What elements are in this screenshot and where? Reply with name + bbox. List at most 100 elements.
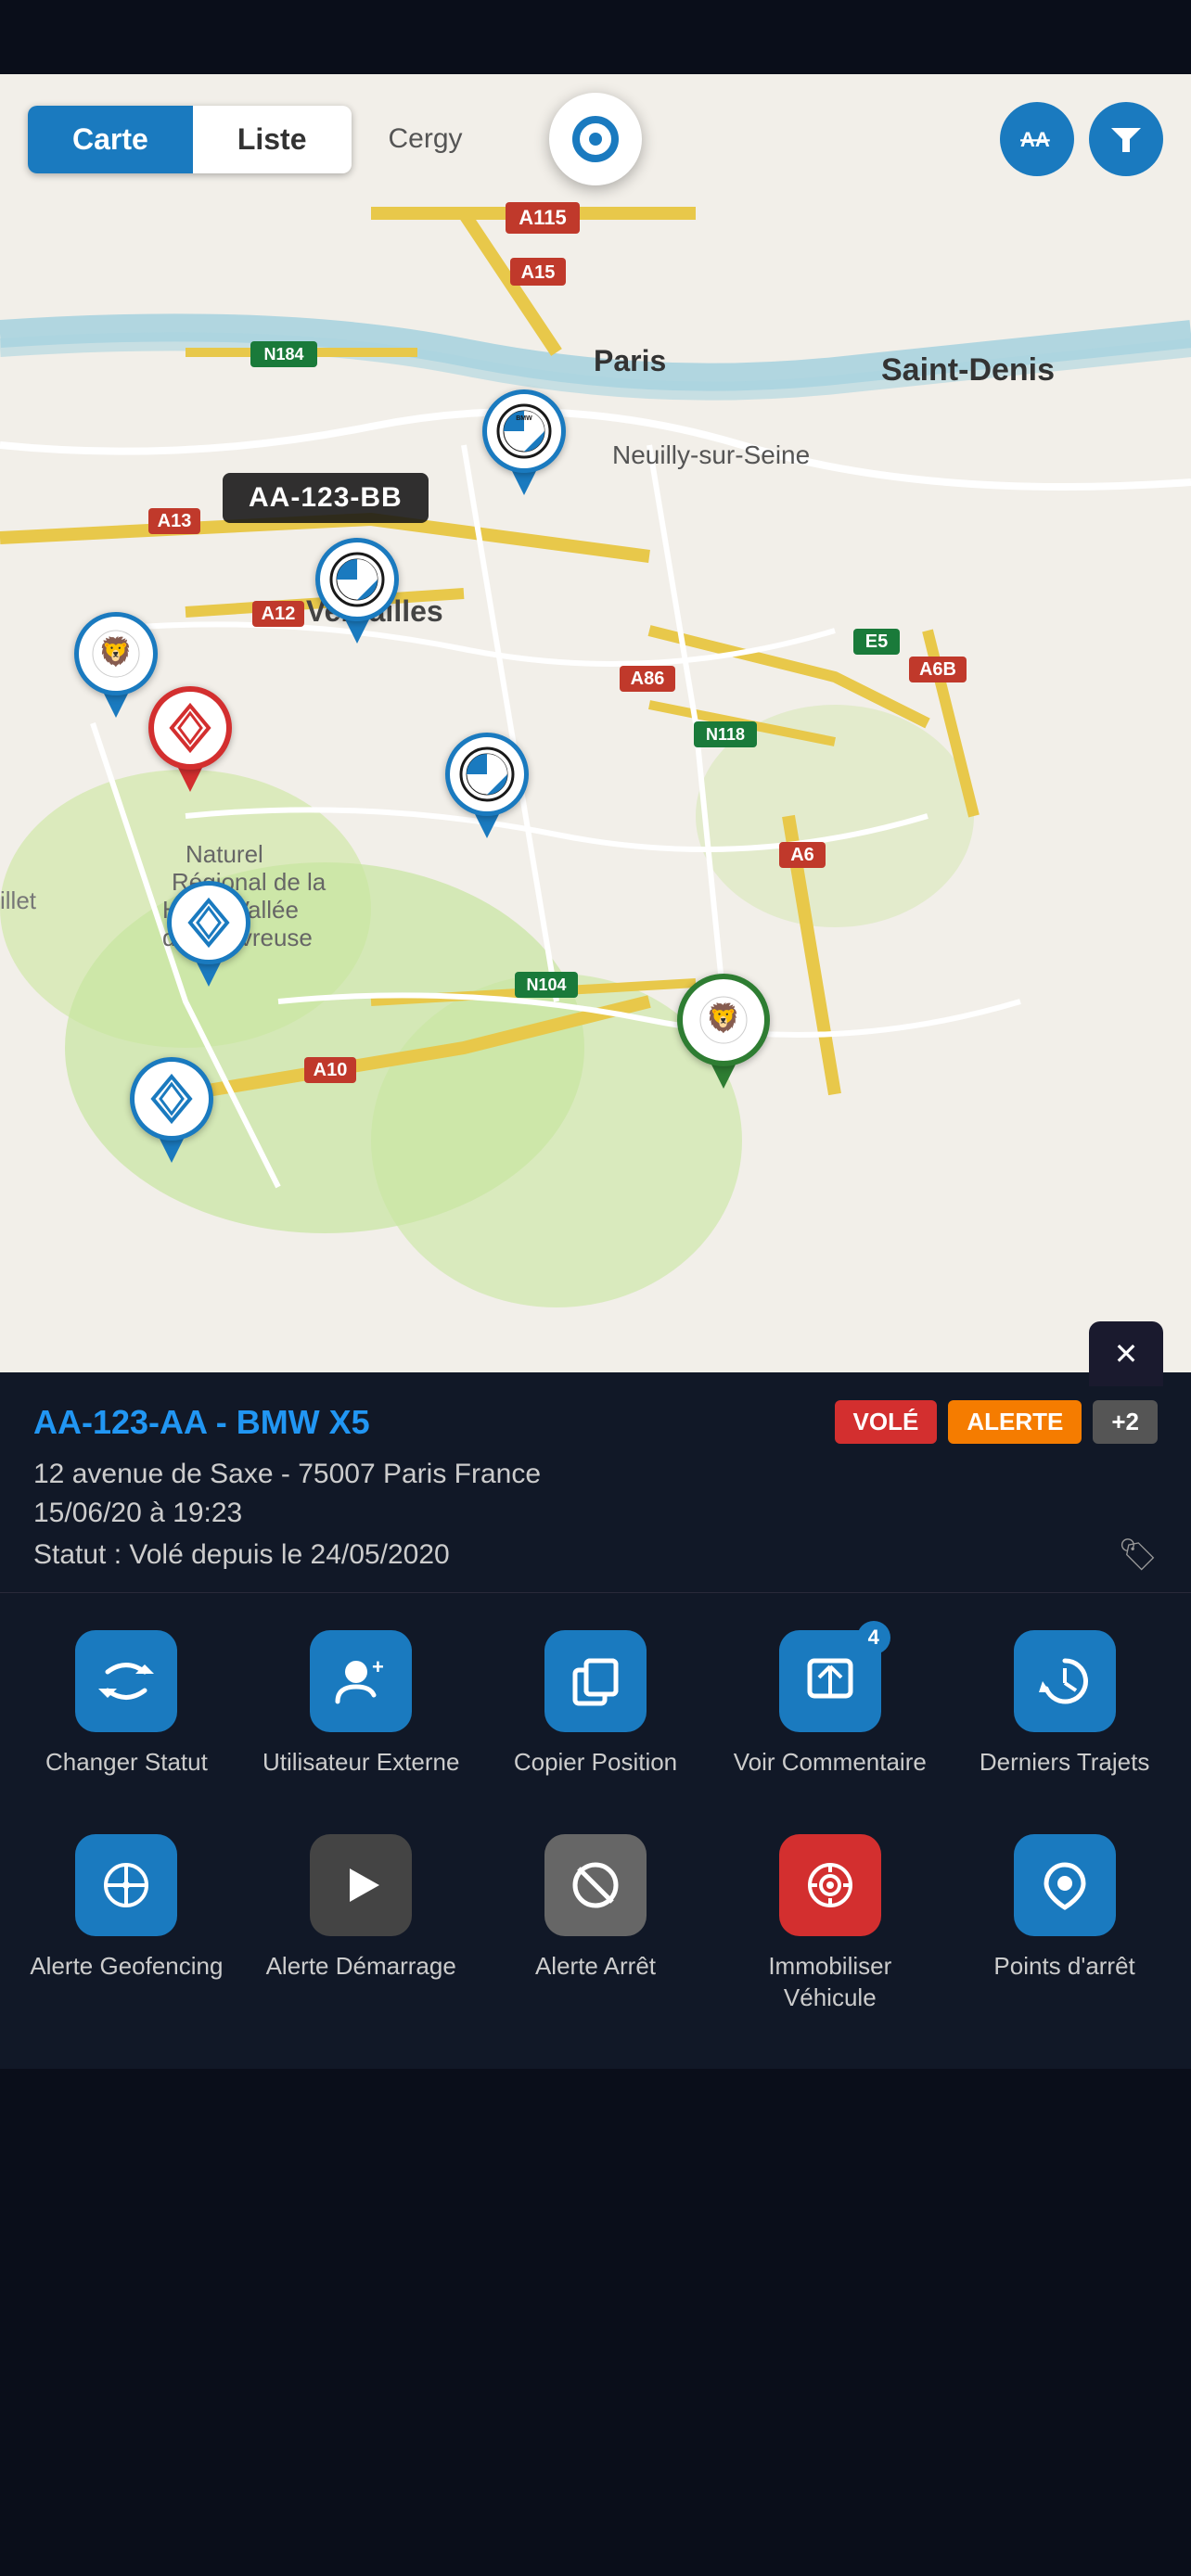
changer-statut-button[interactable]: Changer Statut — [9, 1612, 244, 1797]
pin-bmw-versailles[interactable] — [315, 538, 399, 644]
commentaire-badge: 4 — [857, 1621, 890, 1654]
utilisateur-externe-button[interactable]: + Utilisateur Externe — [244, 1612, 479, 1797]
alerte-demarrage-button[interactable]: Alerte Démarrage — [244, 1816, 479, 2033]
pin-circle-bmw-3 — [445, 733, 529, 816]
vehicle-status-text: Statut : Volé depuis le 24/05/2020 — [33, 1539, 450, 1571]
tab-group: Carte Liste — [28, 106, 352, 173]
vehicle-address: 12 avenue de Saxe - 75007 Paris France — [33, 1459, 1158, 1490]
svg-text:A15: A15 — [521, 262, 556, 283]
copier-position-label: Copier Position — [514, 1747, 677, 1779]
close-icon: ✕ — [1114, 1336, 1139, 1371]
vehicle-date: 15/06/20 à 19:23 — [33, 1498, 1158, 1529]
changer-statut-label: Changer Statut — [45, 1747, 208, 1779]
pin-renault-south[interactable] — [167, 881, 250, 987]
points-darret-icon — [1014, 1834, 1116, 1936]
vehicle-status: Statut : Volé depuis le 24/05/2020 🏷 — [33, 1537, 1158, 1574]
actions-row-2: Alerte Geofencing Alerte Démarrage Alert… — [0, 1816, 1191, 2070]
map-top-right-controls: AA — [1000, 102, 1163, 176]
vehicle-map-label: AA-123-BB — [223, 473, 429, 523]
utilisateur-externe-icon: + — [310, 1630, 412, 1732]
badge-vole: VOLÉ — [835, 1400, 938, 1444]
pin-peugeot-left[interactable]: 🦁 — [74, 612, 158, 718]
svg-text:AA: AA — [1020, 128, 1050, 151]
filter-button[interactable] — [1089, 102, 1163, 176]
alerte-geofencing-icon — [75, 1834, 177, 1936]
tab-carte[interactable]: Carte — [28, 106, 193, 173]
vehicle-info-section: AA-123-AA - BMW X5 VOLÉ ALERTE +2 12 ave… — [0, 1372, 1191, 1593]
pin-circle-renault-bottom — [130, 1057, 213, 1141]
svg-text:A6: A6 — [790, 845, 814, 865]
alerte-arret-label: Alerte Arrêt — [535, 1951, 656, 1983]
pin-tail — [511, 469, 537, 495]
svg-text:Neuilly-sur-Seine: Neuilly-sur-Seine — [612, 440, 810, 469]
svg-text:BMW: BMW — [516, 415, 532, 422]
utilisateur-externe-label: Utilisateur Externe — [263, 1747, 459, 1779]
svg-text:A115: A115 — [519, 206, 566, 229]
svg-text:N184: N184 — [263, 345, 303, 363]
alerte-demarrage-label: Alerte Démarrage — [266, 1951, 456, 1983]
pin-circle-renault-red — [148, 686, 232, 770]
location-button[interactable] — [549, 93, 642, 185]
pin-circle-peugeot-green: 🦁 — [677, 974, 770, 1066]
pin-peugeot-green[interactable]: 🦁 — [677, 974, 770, 1089]
alerte-geofencing-label: Alerte Geofencing — [30, 1951, 223, 1983]
vehicle-header: AA-123-AA - BMW X5 VOLÉ ALERTE +2 — [33, 1400, 1158, 1444]
svg-text:+: + — [372, 1655, 384, 1678]
status-bar — [0, 0, 1191, 74]
pin-renault-red[interactable] — [148, 686, 232, 792]
derniers-trajets-icon — [1014, 1630, 1116, 1732]
map-container: A115 A15 N184 A13 A12 A86 A6B N118 A10 — [0, 74, 1191, 1372]
svg-text:N104: N104 — [526, 976, 566, 994]
pin-circle-peugeot-1: 🦁 — [74, 612, 158, 695]
pin-bmw-neuilly[interactable]: BMW — [482, 389, 566, 495]
derniers-trajets-button[interactable]: Derniers Trajets — [947, 1612, 1182, 1797]
badge-plus: +2 — [1093, 1400, 1158, 1444]
actions-row-1: Changer Statut + Utilisateur Externe — [0, 1593, 1191, 1816]
svg-text:🦁: 🦁 — [706, 1001, 740, 1034]
pin-circle-bmw: BMW — [482, 389, 566, 473]
badge-alerte: ALERTE — [948, 1400, 1082, 1444]
changer-statut-icon — [75, 1630, 177, 1732]
pin-tail-3 — [474, 812, 500, 838]
tab-liste[interactable]: Liste — [193, 106, 352, 173]
svg-text:🦁: 🦁 — [98, 635, 133, 668]
immobiliser-vehicule-label: Immobiliser Véhicule — [722, 1951, 938, 2014]
points-darret-button[interactable]: Points d'arrêt — [947, 1816, 1182, 2033]
pin-tail-peugeot — [103, 692, 129, 718]
svg-text:A10: A10 — [314, 1060, 348, 1080]
pin-bmw-orsay[interactable] — [445, 733, 529, 838]
svg-text:Naturel: Naturel — [186, 840, 263, 868]
svg-text:Paris: Paris — [594, 344, 666, 377]
svg-text:illet: illet — [0, 886, 37, 914]
close-button-container: ✕ — [1089, 1321, 1163, 1386]
font-size-button[interactable]: AA — [1000, 102, 1074, 176]
alerte-demarrage-icon — [310, 1834, 412, 1936]
alerte-geofencing-button[interactable]: Alerte Geofencing — [9, 1816, 244, 2033]
svg-text:A6B: A6B — [919, 659, 956, 680]
pin-tail-renault-red — [177, 766, 203, 792]
voir-commentaire-icon: 4 — [779, 1630, 881, 1732]
voir-commentaire-label: Voir Commentaire — [734, 1747, 927, 1779]
pin-circle-bmw-2 — [315, 538, 399, 621]
pin-tail-2 — [344, 618, 370, 644]
alerte-arret-button[interactable]: Alerte Arrêt — [479, 1816, 713, 2033]
svg-text:A12: A12 — [262, 604, 296, 624]
badge-group: VOLÉ ALERTE +2 — [835, 1400, 1158, 1444]
city-label: Cergy — [389, 123, 463, 155]
immobiliser-vehicule-button[interactable]: Immobiliser Véhicule — [712, 1816, 947, 2033]
derniers-trajets-label: Derniers Trajets — [980, 1747, 1150, 1779]
pin-circle-renault-south — [167, 881, 250, 964]
pin-renault-bottom[interactable] — [130, 1057, 213, 1163]
voir-commentaire-button[interactable]: 4 Voir Commentaire — [712, 1612, 947, 1797]
pin-tail-renault-south — [196, 961, 222, 987]
close-panel-button[interactable]: ✕ — [1089, 1321, 1163, 1386]
alerte-arret-icon — [544, 1834, 647, 1936]
copier-position-button[interactable]: Copier Position — [479, 1612, 713, 1797]
copier-position-icon — [544, 1630, 647, 1732]
pin-tail-peugeot-green — [711, 1063, 736, 1089]
points-darret-label: Points d'arrêt — [993, 1951, 1134, 1983]
pin-tail-renault-bottom — [159, 1137, 185, 1163]
location-icon — [572, 116, 619, 162]
vehicle-title: AA-123-AA - BMW X5 — [33, 1403, 370, 1442]
svg-text:A86: A86 — [631, 669, 665, 689]
